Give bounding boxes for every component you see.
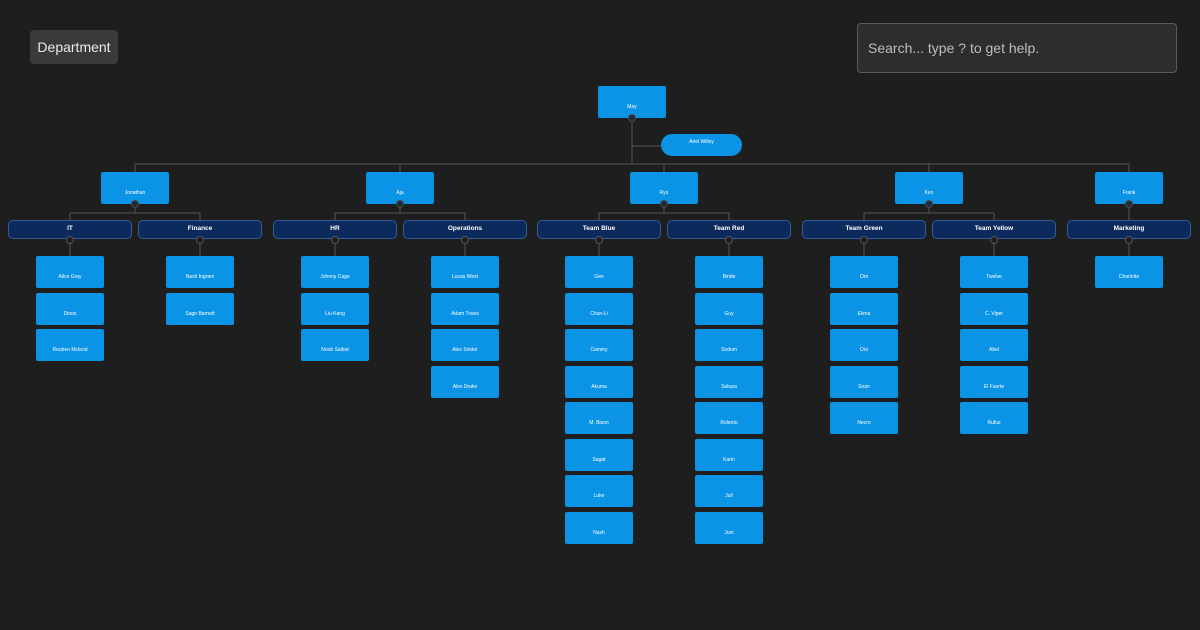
person-node[interactable]: Lucas West bbox=[431, 256, 499, 288]
person-node[interactable]: Rufus bbox=[960, 402, 1028, 434]
person-node[interactable]: Sean bbox=[830, 365, 898, 398]
expand-toggle[interactable] bbox=[595, 236, 603, 244]
person-node[interactable]: Cammy bbox=[565, 329, 633, 361]
person-node[interactable]: C. Viper bbox=[960, 292, 1028, 325]
person-node[interactable]: Sodom bbox=[695, 329, 763, 361]
assistant-node[interactable]: Ariel Willey bbox=[661, 134, 742, 156]
person-node[interactable]: M. Bison bbox=[565, 402, 633, 434]
person-node[interactable]: Karin bbox=[695, 438, 763, 471]
person-node[interactable]: Elena bbox=[830, 292, 898, 325]
person-node[interactable]: El Fuerte bbox=[960, 365, 1028, 398]
person-node[interactable]: Juli bbox=[695, 475, 763, 507]
person-node[interactable]: Alex Drake bbox=[431, 365, 499, 398]
collapse-toggle[interactable] bbox=[925, 200, 933, 208]
expand-toggle[interactable] bbox=[461, 236, 469, 244]
person-node[interactable]: Dinos bbox=[36, 292, 104, 325]
person-node[interactable]: Johnny Cage bbox=[301, 256, 369, 288]
person-node[interactable]: Guy bbox=[695, 292, 763, 325]
person-node[interactable]: Abel bbox=[960, 329, 1028, 361]
collapse-toggle[interactable] bbox=[660, 200, 668, 208]
person-node[interactable]: Sagat bbox=[565, 438, 633, 471]
collapse-toggle[interactable] bbox=[628, 114, 636, 122]
person-node[interactable]: Nash bbox=[565, 511, 633, 544]
person-node[interactable]: Gen bbox=[565, 256, 633, 288]
person-node[interactable]: Rolento bbox=[695, 402, 763, 434]
person-node[interactable]: Noob Saibot bbox=[301, 329, 369, 361]
expand-toggle[interactable] bbox=[725, 236, 733, 244]
collapse-toggle[interactable] bbox=[1125, 200, 1133, 208]
person-node[interactable]: Oro bbox=[830, 256, 898, 288]
person-node[interactable]: Necro bbox=[830, 402, 898, 434]
person-node[interactable]: Twelve bbox=[960, 256, 1028, 288]
person-node[interactable]: Liu Kang bbox=[301, 292, 369, 325]
person-node[interactable]: Reuben Mcleod bbox=[36, 329, 104, 361]
collapse-toggle[interactable] bbox=[131, 200, 139, 208]
person-node[interactable]: Juni bbox=[695, 511, 763, 544]
expand-toggle[interactable] bbox=[860, 236, 868, 244]
expand-toggle[interactable] bbox=[66, 236, 74, 244]
person-node[interactable]: Alice Gray bbox=[36, 256, 104, 288]
person-node[interactable]: Luke bbox=[565, 475, 633, 507]
expand-toggle[interactable] bbox=[196, 236, 204, 244]
person-node[interactable]: Adam Travis bbox=[431, 292, 499, 325]
person-node[interactable]: Sakura bbox=[695, 365, 763, 398]
person-node[interactable]: Charlotte bbox=[1095, 256, 1163, 288]
expand-toggle[interactable] bbox=[331, 236, 339, 244]
person-node[interactable]: Akuma bbox=[565, 365, 633, 398]
person-node[interactable]: Oro bbox=[830, 329, 898, 361]
person-node[interactable]: Sage Barnett bbox=[166, 292, 234, 325]
person-node[interactable]: Birdie bbox=[695, 256, 763, 288]
collapse-toggle[interactable] bbox=[396, 200, 404, 208]
person-node[interactable]: Alex Snider bbox=[431, 329, 499, 361]
expand-toggle[interactable] bbox=[1125, 236, 1133, 244]
expand-toggle[interactable] bbox=[990, 236, 998, 244]
person-node[interactable]: Nash Ingram bbox=[166, 256, 234, 288]
person-node[interactable]: Chun-Li bbox=[565, 292, 633, 325]
